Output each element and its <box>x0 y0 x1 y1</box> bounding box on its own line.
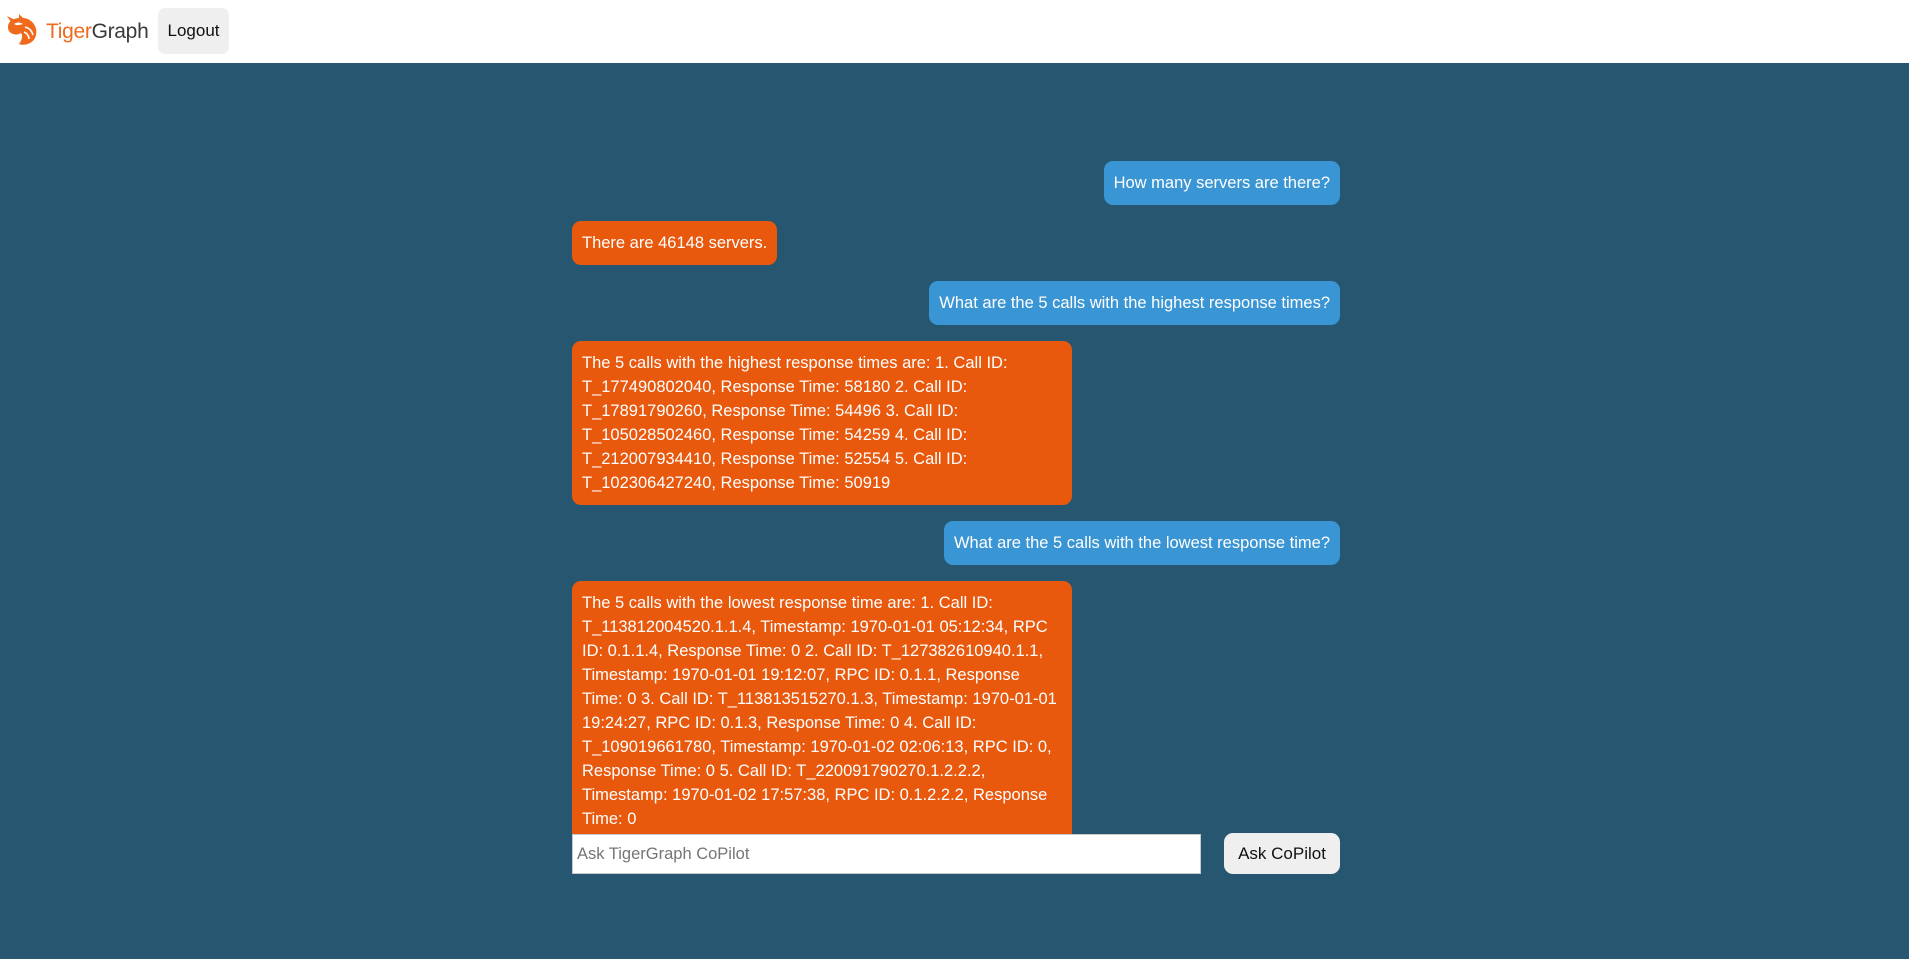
chat-row: There are 46148 servers. <box>572 221 1340 265</box>
ask-copilot-button[interactable]: Ask CoPilot <box>1224 833 1340 874</box>
chat-history: How many servers are there? There are 46… <box>572 161 1340 841</box>
logo-text: TigerGraph <box>46 20 149 44</box>
top-navbar: TigerGraph Logout <box>0 0 1909 63</box>
chat-composer: Ask CoPilot <box>572 833 1340 874</box>
logo-text-tiger: Tiger <box>46 20 92 43</box>
bot-message: There are 46148 servers. <box>572 221 778 265</box>
chat-row: How many servers are there? <box>572 161 1340 205</box>
chat-row: The 5 calls with the lowest response tim… <box>572 581 1340 841</box>
chat-row: The 5 calls with the highest response ti… <box>572 341 1340 505</box>
user-message: How many servers are there? <box>1103 161 1340 205</box>
bot-message: The 5 calls with the lowest response tim… <box>572 581 1072 841</box>
logo-text-graph: Graph <box>91 20 149 43</box>
ask-copilot-input[interactable] <box>572 834 1201 874</box>
chat-row: What are the 5 calls with the lowest res… <box>572 521 1340 565</box>
chat-row: What are the 5 calls with the highest re… <box>572 281 1340 325</box>
bot-message: The 5 calls with the highest response ti… <box>572 341 1072 505</box>
user-message: What are the 5 calls with the highest re… <box>929 281 1340 325</box>
user-message: What are the 5 calls with the lowest res… <box>943 521 1340 565</box>
logout-button[interactable]: Logout <box>158 8 229 54</box>
tigergraph-logo[interactable]: TigerGraph <box>5 13 149 52</box>
tiger-head-icon <box>5 13 39 52</box>
